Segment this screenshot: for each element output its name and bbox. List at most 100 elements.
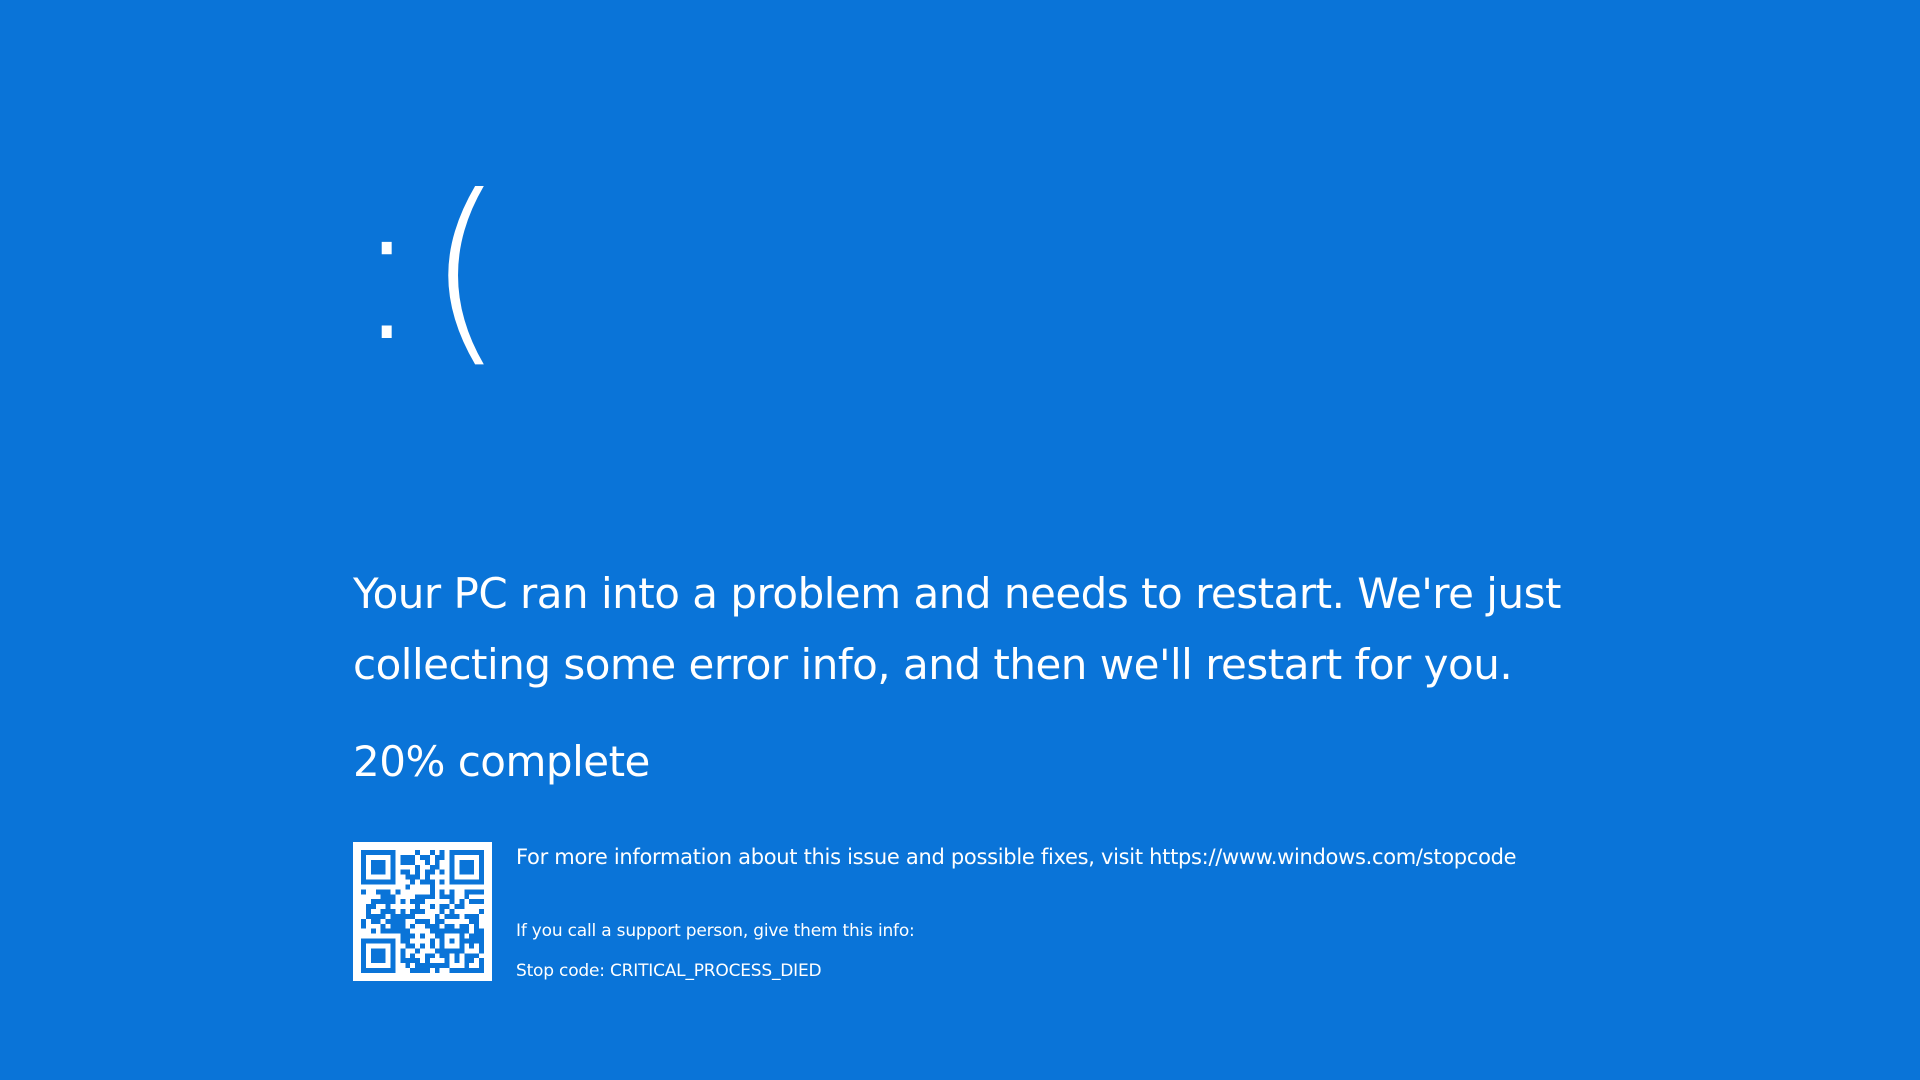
qr-module [474,933,480,939]
qr-module [474,879,480,885]
qr-module [361,874,366,880]
qr-module [400,899,406,905]
qr-module [454,948,460,954]
qr-module [361,864,366,870]
qr-module [361,854,366,860]
qr-module [400,854,406,860]
qr-module [479,889,484,895]
qr-module [420,943,425,949]
qr-module [370,879,376,885]
qr-module [474,923,480,929]
qr-module [449,909,455,914]
qr-module [405,943,411,949]
qr-module [459,948,465,954]
qr-module [400,933,406,939]
qr-module [361,889,366,895]
qr-module [429,884,435,890]
info-text-block: For more information about this issue an… [516,842,1583,982]
qr-module [459,869,465,875]
qr-module [449,854,455,860]
qr-module [380,859,386,865]
qr-module [449,894,455,900]
qr-module [365,968,371,973]
qr-module [370,864,376,870]
qr-module [385,904,391,910]
qr-module [405,859,411,865]
qr-module [474,889,480,895]
qr-module [361,943,366,949]
qr-module [479,948,484,954]
qr-module [434,859,440,865]
qr-module [429,963,435,969]
qr-module [424,953,430,959]
qr-module [439,854,445,860]
qr-module [415,899,421,905]
more-info-text: For more information about this issue an… [516,845,1517,869]
qr-module [434,864,440,870]
qr-module [459,899,465,905]
qr-module [454,904,460,910]
qr-module [370,968,376,973]
qr-module [439,933,445,939]
qr-module [370,904,376,910]
qr-module [420,963,425,969]
qr-module [375,953,381,959]
qr-module [469,953,475,959]
qr-module [375,938,381,944]
qr-module [410,913,416,919]
qr-module [390,943,396,949]
qr-module [361,968,366,973]
qr-module [370,869,376,875]
qr-module [464,953,470,959]
qr-module [390,864,396,870]
qr-module [479,958,484,964]
qr-module [434,913,440,919]
qr-module [410,909,416,914]
qr-module [380,889,386,895]
qr-module [375,864,381,870]
qr-module [395,928,401,934]
qr-module [459,923,465,929]
qr-module [380,928,386,934]
qr-module [479,909,484,914]
qr-module [400,923,406,929]
qr-module [449,899,455,905]
qr-module [361,918,366,924]
qr-module [380,879,386,885]
qr-module [449,859,455,865]
qr-module [454,968,460,973]
qr-module [375,913,381,919]
qr-module [429,923,435,929]
qr-module [454,928,460,934]
qr-module [361,938,366,944]
qr-code-graphic [361,850,484,973]
qr-module [415,963,421,969]
qr-module [405,874,411,880]
qr-module [390,913,396,919]
qr-module [454,953,460,959]
qr-module [464,850,470,855]
qr-module [469,933,475,939]
qr-module [424,879,430,885]
qr-module [370,850,376,855]
qr-module [444,953,450,959]
qr-module [361,963,366,969]
qr-module [375,859,381,865]
qr-module [415,869,421,875]
qr-module [400,928,406,934]
qr-module [474,850,480,855]
qr-module [370,899,376,905]
qr-module [464,968,470,973]
qr-module [439,943,445,949]
qr-module [390,869,396,875]
qr-module [434,918,440,924]
qr-module [449,968,455,973]
qr-module [395,889,401,895]
qr-module [469,968,475,973]
qr-module [361,859,366,865]
qr-module [439,928,445,934]
stopcode-info-section: For more information about this issue an… [353,842,1583,982]
qr-module [449,913,455,919]
qr-module [439,894,445,900]
qr-module [424,918,430,924]
